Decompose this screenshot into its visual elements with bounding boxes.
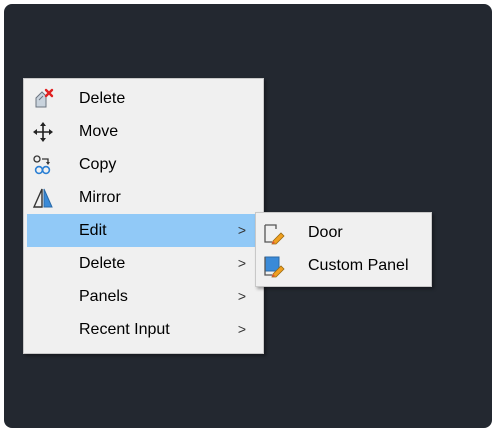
menu-item-delete-submenu[interactable]: Delete > — [27, 247, 260, 280]
menu-item-recent-input[interactable]: Recent Input > — [27, 313, 260, 346]
menu-item-label: Mirror — [79, 189, 121, 206]
delete-icon — [31, 87, 55, 111]
submenu-item-label: Custom Panel — [308, 257, 409, 274]
menu-item-move[interactable]: Move — [27, 115, 260, 148]
menu-item-label: Move — [79, 123, 119, 140]
copy-icon — [31, 153, 55, 177]
submenu-item-door[interactable]: Door — [259, 216, 428, 249]
edit-submenu: Door Custom Panel — [255, 212, 432, 287]
menu-item-label: Edit — [79, 222, 107, 239]
chevron-right-icon: > — [237, 222, 246, 238]
context-menu: Delete Move Copy Mirror Edit > Delete > … — [23, 78, 264, 354]
menu-item-panels[interactable]: Panels > — [27, 280, 260, 313]
menu-item-label: Delete — [79, 90, 126, 107]
menu-item-label: Copy — [79, 156, 117, 173]
chevron-right-icon: > — [237, 255, 246, 271]
edit-custom-panel-icon — [262, 254, 286, 278]
edit-door-icon — [262, 221, 286, 245]
submenu-item-label: Door — [308, 224, 343, 241]
move-icon — [31, 120, 55, 144]
chevron-right-icon: > — [237, 321, 246, 337]
mirror-icon — [31, 186, 55, 210]
submenu-item-custom-panel[interactable]: Custom Panel — [259, 249, 428, 282]
menu-item-mirror[interactable]: Mirror — [27, 181, 260, 214]
menu-item-label: Recent Input — [79, 321, 170, 338]
chevron-right-icon: > — [237, 288, 246, 304]
menu-item-label: Delete — [79, 255, 126, 272]
menu-item-delete[interactable]: Delete — [27, 82, 260, 115]
menu-item-edit[interactable]: Edit > — [27, 214, 260, 247]
menu-item-copy[interactable]: Copy — [27, 148, 260, 181]
menu-item-label: Panels — [79, 288, 128, 305]
